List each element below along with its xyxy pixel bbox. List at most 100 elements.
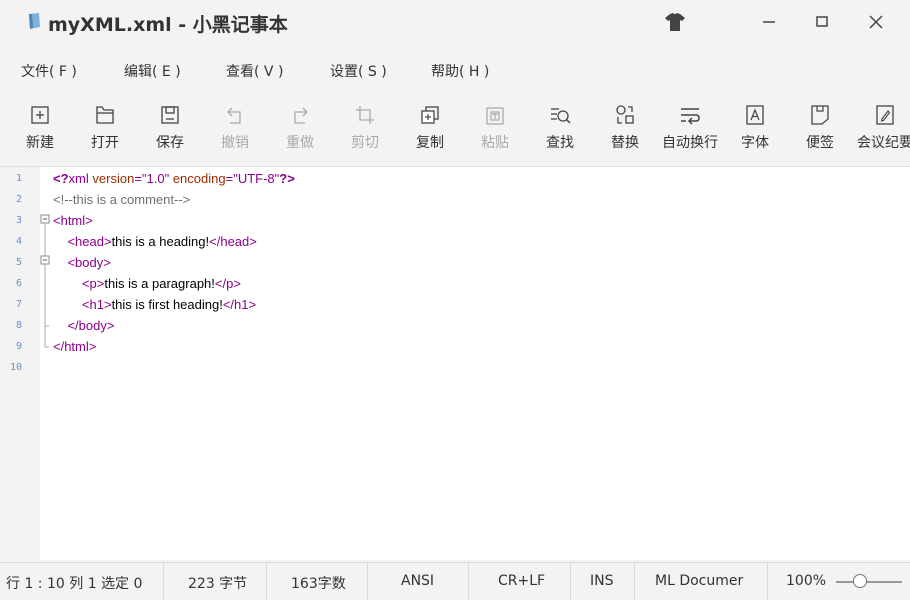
code-line: <html> [53, 213, 93, 228]
byte-count: 223 字节 [188, 576, 248, 592]
open-label: 打开 [91, 135, 119, 151]
code-token: <html> [53, 213, 93, 228]
code-token: this is a heading! [111, 234, 210, 249]
note-button[interactable]: 便签 [788, 98, 852, 158]
menu-help[interactable]: 帮助( H ) [431, 61, 489, 81]
paste-button[interactable]: 粘贴 [463, 98, 527, 158]
zoom-slider-knob[interactable] [853, 574, 867, 588]
menu-bar: 文件( F ) 编辑( E ) 查看( V ) 设置( S ) 帮助( H ) [0, 52, 910, 88]
font-label: 字体 [741, 135, 769, 151]
minutes-label: 会议纪要 [857, 135, 910, 151]
line-number: 2 [15, 194, 22, 205]
line-ending-indicator[interactable]: CR+LF [498, 573, 545, 589]
code-token: ?> [279, 171, 295, 186]
title-bar: myXML.xml - 小黑记事本 [0, 0, 910, 44]
crop-cut-icon [356, 106, 374, 124]
new-file-icon [31, 106, 49, 124]
line-number: 8 [15, 320, 22, 331]
save-label: 保存 [156, 135, 184, 151]
code-token: encoding [172, 171, 226, 186]
cursor-position: 行 1 : 10 列 1 选定 0 [6, 576, 143, 592]
word-wrap-label: 自动换行 [662, 135, 718, 151]
code-line: <head>this is a heading!</head> [53, 234, 257, 249]
menu-file[interactable]: 文件( F ) [21, 61, 77, 81]
word-wrap-button[interactable]: 自动换行 [658, 98, 722, 158]
line-number: 10 [9, 362, 22, 373]
code-token: </p> [214, 276, 241, 291]
maximize-icon[interactable] [810, 10, 834, 34]
notepad-app-icon [29, 13, 40, 29]
menu-edit[interactable]: 编辑( E ) [124, 61, 181, 81]
minutes-icon [876, 105, 894, 125]
save-button[interactable]: 保存 [138, 98, 202, 158]
open-button[interactable]: 打开 [73, 98, 137, 158]
code-line: <body> [53, 255, 111, 270]
copy-icon [421, 106, 439, 124]
line-number: 9 [15, 341, 22, 352]
note-label: 便签 [806, 135, 834, 151]
replace-icon [616, 105, 634, 124]
code-line: </body> [53, 318, 114, 333]
insert-mode-indicator[interactable]: INS [590, 573, 614, 589]
menu-settings[interactable]: 设置( S ) [330, 61, 387, 81]
code-token: = [134, 171, 142, 186]
minimize-icon[interactable] [757, 10, 781, 34]
new-button[interactable]: 新建 [8, 98, 72, 158]
status-bar: 行 1 : 10 列 1 选定 0 223 字节 163字数 ANSI CR+L… [0, 562, 910, 600]
line-number: 5 [15, 257, 22, 268]
word-wrap-icon [681, 108, 700, 125]
minutes-button[interactable]: 会议纪要 [853, 98, 910, 158]
code-token: this is first heading! [111, 297, 223, 312]
code-token: <head> [67, 234, 112, 249]
code-line: <?xml version="1.0" encoding="UTF-8"?> [53, 171, 295, 186]
code-token: </head> [209, 234, 257, 249]
line-number: 1 [15, 173, 22, 184]
zoom-level: 100% [786, 573, 827, 589]
code-token: <body> [67, 255, 111, 270]
editor[interactable]: 1 2 3 4 5 6 7 8 9 10 <?xml version="1.0" encoding… [0, 166, 910, 561]
toolbar: 新建 打开 保存 撤销 重做 剪切 复制 粘贴 查找 替换 自动换行 字体 便签… [0, 98, 910, 162]
copy-button[interactable]: 复制 [398, 98, 462, 158]
encoding-indicator[interactable]: ANSI [401, 573, 434, 589]
code-line: <!--this is a comment--> [53, 192, 190, 207]
close-icon[interactable] [864, 10, 888, 34]
paste-icon [486, 107, 504, 125]
undo-label: 撤销 [221, 135, 249, 151]
font-button[interactable]: 字体 [723, 98, 787, 158]
menu-view[interactable]: 查看( V ) [226, 61, 283, 81]
undo-button[interactable]: 撤销 [203, 98, 267, 158]
code-token: <!--this is a comment--> [53, 192, 191, 207]
find-button[interactable]: 查找 [528, 98, 592, 158]
fold-guides [40, 214, 50, 348]
line-number: 3 [15, 215, 22, 226]
line-number-gutter: 1 2 3 4 5 6 7 8 9 10 [0, 167, 40, 561]
font-icon [746, 105, 764, 125]
redo-label: 重做 [286, 135, 314, 151]
find-icon [551, 108, 571, 124]
replace-label: 替换 [611, 135, 639, 151]
tshirt-skin-icon[interactable] [664, 12, 686, 32]
char-count: 163字数 [291, 576, 346, 592]
cut-button[interactable]: 剪切 [333, 98, 397, 158]
code-token: </html> [53, 339, 97, 354]
zoom-slider-track[interactable] [836, 581, 902, 583]
save-icon [161, 106, 179, 124]
code-token: version [92, 171, 135, 186]
line-number: 7 [15, 299, 22, 310]
code-line: <h1>this is first heading!</h1> [53, 297, 256, 312]
replace-button[interactable]: 替换 [593, 98, 657, 158]
code-token: <p> [81, 276, 105, 291]
code-token: "1.0" [141, 171, 173, 186]
code-token: "UTF-8" [233, 171, 280, 186]
note-icon [811, 105, 829, 125]
code-token: this is a paragraph! [104, 276, 215, 291]
code-token: xml [68, 171, 93, 186]
line-number: 6 [15, 278, 22, 289]
new-label: 新建 [26, 135, 54, 151]
document-type[interactable]: ML Documer [655, 573, 743, 589]
redo-button[interactable]: 重做 [268, 98, 332, 158]
paste-label: 粘贴 [481, 135, 509, 151]
